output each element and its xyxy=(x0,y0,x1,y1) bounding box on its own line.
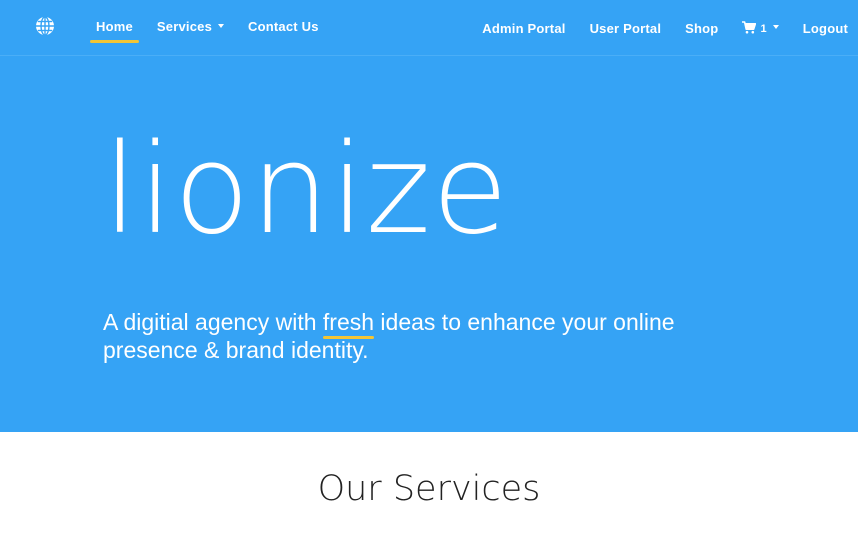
nav-logout-link[interactable]: Logout xyxy=(803,21,848,36)
cart-count-badge: 1 xyxy=(760,22,767,35)
nav-cart-dropdown[interactable]: 1 xyxy=(742,20,779,37)
primary-nav: Home Services Contact Us xyxy=(90,0,343,56)
services-heading: Our Services xyxy=(317,469,541,509)
nav-services-label: Services xyxy=(156,18,213,34)
hero-subtitle-highlight: fresh xyxy=(322,309,375,339)
chevron-down-icon xyxy=(772,24,779,29)
services-section: Our Services xyxy=(0,432,858,560)
nav-admin-portal-link[interactable]: Admin Portal xyxy=(482,21,565,36)
nav-contact-link[interactable]: Contact Us xyxy=(248,19,319,34)
nav-home-link[interactable]: Home xyxy=(90,19,139,43)
nav-user-portal-link[interactable]: User Portal xyxy=(590,21,662,36)
nav-services-dropdown[interactable]: Services xyxy=(156,18,225,34)
hero-subtitle-start: A digitial agency with xyxy=(103,309,323,335)
secondary-nav: Admin Portal User Portal Shop 1 Logout xyxy=(458,0,848,56)
hero-title: lionize xyxy=(103,118,510,262)
hero-section: lionize A digitial agency with fresh ide… xyxy=(0,56,858,432)
globe-icon[interactable] xyxy=(35,16,55,36)
shopping-cart-icon xyxy=(742,20,757,37)
chevron-down-icon xyxy=(218,23,225,28)
top-navbar: Home Services Contact Us Admin Portal Us… xyxy=(0,0,858,56)
hero-subtitle: A digitial agency with fresh ideas to en… xyxy=(103,308,743,364)
nav-shop-link[interactable]: Shop xyxy=(685,21,718,36)
